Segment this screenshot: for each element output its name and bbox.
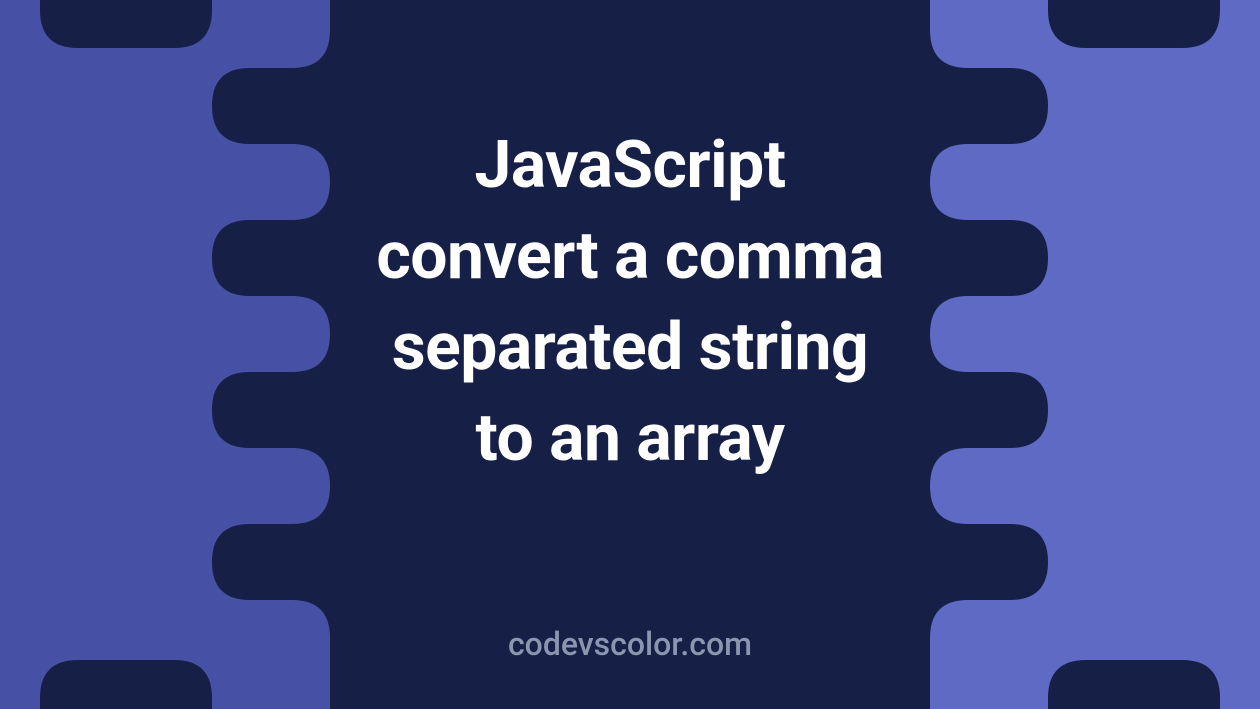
headline: JavaScript convert a comma separated str…	[0, 120, 1260, 484]
attribution: codevscolor.com	[0, 625, 1260, 663]
headline-line-1: JavaScript	[0, 120, 1260, 211]
headline-line-3: separated string	[0, 302, 1260, 393]
headline-line-2: convert a comma	[0, 211, 1260, 302]
headline-line-4: to an array	[0, 393, 1260, 484]
